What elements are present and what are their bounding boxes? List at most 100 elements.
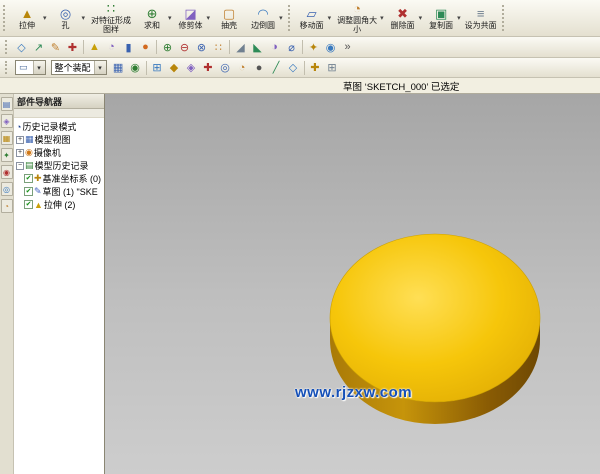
draft-icon[interactable]: ◣ [249, 39, 266, 56]
dropdown-arrow-icon[interactable]: ▾ [43, 14, 47, 22]
pattern-small-icon[interactable]: ∷ [210, 39, 227, 56]
checkbox-icon[interactable]: ✔ [24, 174, 33, 183]
snap-point-group: ▦ ◉ ⊞ ◆ ◈ ✚ ◎ [110, 58, 341, 77]
3d-scene[interactable] [105, 94, 600, 474]
intersect-icon[interactable]: ⊗ [193, 39, 210, 56]
internet-explorer-tab[interactable]: ◎ [1, 182, 13, 196]
dropdown-arrow-icon[interactable]: ▾ [168, 14, 172, 22]
combo-dropdown-arrow-icon[interactable]: ▾ [94, 61, 106, 74]
checkbox-icon[interactable]: ✔ [24, 187, 33, 196]
datum-plane-icon[interactable]: ◇ [13, 39, 30, 56]
datum-axis-icon[interactable]: ↗ [30, 39, 47, 56]
hd3d-tools-tab[interactable]: ◉ [1, 165, 13, 179]
extrude-small-icon[interactable]: ▲ [86, 39, 103, 56]
move-face-icon: ▱ [307, 7, 317, 21]
wcs-icon[interactable]: ✚ [307, 59, 324, 76]
dropdown-arrow-icon[interactable]: ▾ [380, 14, 384, 22]
dropdown-arrow-icon[interactable]: ▾ [82, 14, 86, 22]
selection-scope-value: 整个装配 [55, 61, 91, 74]
toolbar-separator [304, 61, 305, 75]
constraint-navigator-tab[interactable]: ◈ [1, 114, 13, 128]
end-point-icon[interactable]: ◆ [166, 59, 183, 76]
panel-title: 部件导航器 [14, 94, 104, 109]
extrude-button[interactable]: ▲ 拉伸 ▾ [10, 1, 49, 36]
cylinder-top-face[interactable] [330, 234, 540, 402]
tree-item-model-history[interactable]: − ✔ ▤ 模型历史记录 [14, 159, 104, 172]
tree-item-datum-csys[interactable]: ✔ ✚ 基准坐标系 (0) [14, 172, 104, 185]
feature-group: ▲ 拉伸 ▾ ◎ 孔 ▾ ∷ 对特征形成图样 [10, 0, 285, 36]
graphics-viewport[interactable]: www.rjzxw.com [105, 94, 600, 474]
tree-item-sketch[interactable]: ✔ ✎ 草图 (1) "SKE [14, 185, 104, 198]
dropdown-arrow-icon[interactable]: ▾ [207, 14, 211, 22]
revolve-icon[interactable]: ◔ [103, 39, 120, 56]
toolbar-grip[interactable] [3, 5, 7, 30]
unite-button[interactable]: ⊕ 求和 ▾ [135, 1, 174, 36]
edge-blend-button[interactable]: ◠ 边倒圆 ▾ [246, 1, 285, 36]
sphere-icon[interactable]: ● [137, 39, 154, 56]
measure-distance-icon[interactable]: ✦ [305, 39, 322, 56]
tree-item-model-views[interactable]: + ✔ ▦ 模型视图 [14, 133, 104, 146]
more-commands-icon[interactable]: » [339, 39, 356, 56]
trim-body-icon: ◪ [184, 7, 196, 21]
tree-item-cameras[interactable]: + ✔ ◉ 摄像机 [14, 146, 104, 159]
dropdown-arrow-icon[interactable]: ▾ [419, 14, 423, 22]
dropdown-arrow-icon[interactable]: ▾ [457, 14, 461, 22]
type-filter-combo[interactable]: ▭ ▾ [15, 60, 46, 75]
delete-face-button[interactable]: ✖ 删除面 ▾ [386, 1, 425, 36]
part-navigator-panel: 部件导航器 ✔ ◔ 历史记录模式 + ✔ [14, 94, 105, 474]
tree-item-extrude[interactable]: ✔ ▲ 拉伸 (2) [14, 198, 104, 211]
resize-blend-button[interactable]: ◔ 调整圆角大小 ▾ [333, 1, 386, 36]
arc-center-icon[interactable]: ◎ [217, 59, 234, 76]
trim-body-button[interactable]: ◪ 修剪体 ▾ [174, 1, 213, 36]
unite-small-icon[interactable]: ⊕ [159, 39, 176, 56]
mid-point-icon[interactable]: ◈ [183, 59, 200, 76]
subtract-icon[interactable]: ⊖ [176, 39, 193, 56]
dropdown-arrow-icon[interactable]: ▾ [328, 14, 332, 22]
tree-item-label: 基准坐标系 (0) [43, 172, 102, 185]
block-icon[interactable]: ▮ [120, 39, 137, 56]
point-on-curve-icon[interactable]: ╱ [268, 59, 285, 76]
allow-selection-icon[interactable]: ◉ [127, 59, 144, 76]
point-on-face-icon[interactable]: ◇ [285, 59, 302, 76]
checkbox-icon[interactable]: ✔ [24, 200, 33, 209]
intersection-point-icon[interactable]: ✚ [200, 59, 217, 76]
assembly-navigator-tab[interactable]: ▤ [1, 97, 13, 111]
toolbar-grip[interactable] [288, 5, 292, 30]
pattern-feature-button[interactable]: ∷ 对特征形成图样 ▾ [87, 1, 135, 36]
toolbar-grip[interactable] [5, 40, 9, 54]
snap-point-icon[interactable]: ⊞ [149, 59, 166, 76]
tree-node-icon: ✚ [34, 173, 42, 184]
existing-point-icon[interactable]: ● [251, 59, 268, 76]
move-face-button[interactable]: ▱ 移动面 ▾ [295, 1, 334, 36]
tree-expander-icon[interactable]: + [16, 149, 24, 157]
toolbar-button-label: 对特征形成图样 [89, 16, 133, 34]
selection-scope-combo[interactable]: 整个装配 ▾ [51, 60, 107, 75]
grid-icon[interactable]: ⊞ [324, 59, 341, 76]
general-selection-filter-icon[interactable]: ▦ [110, 59, 127, 76]
toolbar-separator [229, 40, 230, 54]
point-icon[interactable]: ✚ [64, 39, 81, 56]
dropdown-arrow-icon[interactable]: ▾ [279, 14, 283, 22]
toolbar-button-label: 复制面 [429, 21, 453, 30]
sketch-icon[interactable]: ✎ [47, 39, 64, 56]
object-display-icon[interactable]: ◉ [322, 39, 339, 56]
toolbar-button-body: ◎ 孔 [51, 7, 81, 30]
selection-bar: ▭ ▾ 整个装配 ▾ ▦ ◉ ⊞ ◆ [0, 58, 600, 78]
shell-button[interactable]: ▢ 抽壳 ▾ [212, 1, 246, 36]
toolbar-grip[interactable] [502, 5, 506, 30]
tree-expander-icon[interactable]: + [16, 136, 24, 144]
reuse-library-tab[interactable]: ✦ [1, 148, 13, 162]
make-coplanar-button[interactable]: ≡ 设为共面 ▾ [463, 1, 499, 36]
mirror-feature-icon[interactable]: ◑ [266, 39, 283, 56]
thread-icon[interactable]: ⌀ [283, 39, 300, 56]
chamfer-icon[interactable]: ◢ [232, 39, 249, 56]
copy-face-button[interactable]: ▣ 复制面 ▾ [424, 1, 463, 36]
quadrant-point-icon[interactable]: ◔ [234, 59, 251, 76]
tree-item-history-mode[interactable]: ✔ ◔ 历史记录模式 [14, 120, 104, 133]
part-navigator-tab[interactable]: ▦ [1, 131, 13, 145]
history-tab[interactable]: ◔ [1, 199, 13, 213]
tree-expander-icon[interactable]: − [16, 162, 24, 170]
combo-dropdown-arrow-icon[interactable]: ▾ [33, 61, 45, 74]
hole-button[interactable]: ◎ 孔 ▾ [49, 1, 88, 36]
toolbar-grip[interactable] [5, 61, 9, 74]
